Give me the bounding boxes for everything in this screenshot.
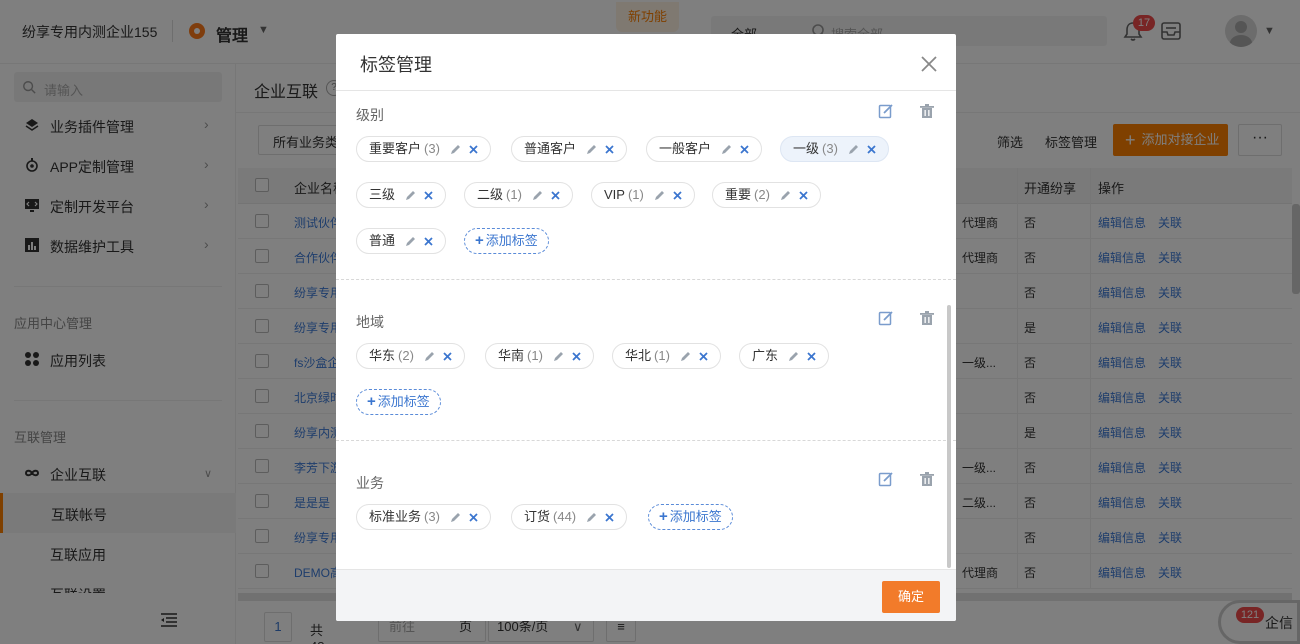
tag-group-title: 地域 bbox=[356, 314, 384, 330]
tag-chip[interactable]: 华北 (1) bbox=[612, 343, 721, 369]
pencil-icon[interactable] bbox=[654, 190, 665, 201]
tag-count: (1) bbox=[654, 348, 670, 363]
tag-name: 华南 bbox=[498, 348, 525, 363]
tag-group-title: 业务 bbox=[356, 475, 384, 491]
confirm-button[interactable]: 确定 bbox=[882, 581, 940, 613]
tag-count: (1) bbox=[627, 187, 644, 202]
tag-name: 重要 bbox=[725, 187, 752, 202]
tag-chip[interactable]: 普通客户 bbox=[511, 136, 628, 162]
pencil-icon[interactable] bbox=[586, 512, 597, 523]
tag-count: (1) bbox=[506, 187, 522, 202]
plus-icon: + bbox=[367, 393, 376, 410]
tag-name: 普通 bbox=[369, 233, 396, 248]
add-tag-button[interactable]: + 添加标签 bbox=[464, 228, 549, 254]
pencil-icon[interactable] bbox=[788, 351, 799, 362]
pencil-icon[interactable] bbox=[450, 512, 461, 523]
delete-group-icon[interactable] bbox=[919, 310, 935, 326]
add-tag-label: 添加标签 bbox=[669, 509, 722, 524]
tag-chip[interactable]: 广东 bbox=[739, 343, 830, 369]
remove-tag-icon[interactable] bbox=[443, 352, 452, 361]
tag-chip[interactable]: VIP (1) bbox=[591, 182, 695, 208]
delete-group-icon[interactable] bbox=[919, 103, 935, 119]
tag-chip[interactable]: 一般客户 bbox=[646, 136, 763, 162]
tag-name: 重要客户 bbox=[369, 141, 422, 156]
remove-tag-icon[interactable] bbox=[424, 191, 433, 200]
remove-tag-icon[interactable] bbox=[469, 513, 478, 522]
close-icon[interactable] bbox=[920, 55, 938, 73]
tag-name: 一般客户 bbox=[659, 141, 712, 156]
remove-tag-icon[interactable] bbox=[673, 191, 682, 200]
tag-name: 华北 bbox=[625, 348, 652, 363]
tag-chip-selected[interactable]: 一级 (3) bbox=[780, 136, 889, 162]
remove-tag-icon[interactable] bbox=[572, 352, 581, 361]
pencil-icon[interactable] bbox=[680, 351, 691, 362]
tag-count: (3) bbox=[424, 509, 440, 524]
dialog-footer: 确定 bbox=[336, 569, 956, 621]
pencil-icon[interactable] bbox=[424, 351, 435, 362]
tag-name: 三级 bbox=[369, 187, 396, 202]
edit-group-icon[interactable] bbox=[878, 310, 894, 326]
remove-tag-icon[interactable] bbox=[807, 352, 816, 361]
dialog-title: 标签管理 bbox=[360, 55, 432, 75]
tag-count: (1) bbox=[527, 348, 543, 363]
tag-group-title: 级别 bbox=[356, 107, 384, 123]
tag-chip[interactable]: 华南 (1) bbox=[485, 343, 594, 369]
edit-group-icon[interactable] bbox=[878, 471, 894, 487]
tag-chip[interactable]: 重要客户 (3) bbox=[356, 136, 491, 162]
tag-name: 华东 bbox=[369, 348, 396, 363]
tag-count: (3) bbox=[424, 141, 440, 156]
tag-count: (3) bbox=[822, 141, 838, 156]
remove-tag-icon[interactable] bbox=[605, 513, 614, 522]
add-tag-label: 添加标签 bbox=[485, 233, 538, 248]
tag-name: 订货 bbox=[524, 509, 551, 524]
pencil-icon[interactable] bbox=[532, 190, 543, 201]
delete-group-icon[interactable] bbox=[919, 471, 935, 487]
tag-count: (44) bbox=[553, 509, 577, 524]
tag-chip[interactable]: 三级 bbox=[356, 182, 447, 208]
remove-tag-icon[interactable] bbox=[699, 352, 708, 361]
tag-chip[interactable]: 普通 bbox=[356, 228, 447, 254]
add-tag-label: 添加标签 bbox=[377, 394, 430, 409]
pencil-icon[interactable] bbox=[721, 144, 732, 155]
add-tag-button[interactable]: + 添加标签 bbox=[356, 389, 441, 415]
dialog-header: 标签管理 bbox=[336, 34, 956, 91]
remove-tag-icon[interactable] bbox=[740, 145, 749, 154]
dialog-body: 级别 重要客户 (3) 普通客户 一般客户 一级 (3) 三级 二级 (1) VIP(… bbox=[336, 91, 956, 569]
tag-count: (2) bbox=[398, 348, 414, 363]
add-tag-button[interactable]: + 添加标签 bbox=[648, 504, 733, 530]
pencil-icon[interactable] bbox=[405, 190, 416, 201]
tag-chip[interactable]: 标准业务 (3) bbox=[356, 504, 491, 530]
tag-chip[interactable]: 华东 (2) bbox=[356, 343, 465, 369]
dialog-scrollbar[interactable] bbox=[947, 305, 951, 568]
remove-tag-icon[interactable] bbox=[424, 237, 433, 246]
plus-icon: + bbox=[659, 508, 668, 525]
tag-name: 标准业务 bbox=[369, 509, 422, 524]
remove-tag-icon[interactable] bbox=[867, 145, 876, 154]
tag-count: (2) bbox=[754, 187, 770, 202]
pencil-icon[interactable] bbox=[405, 236, 416, 247]
remove-tag-icon[interactable] bbox=[469, 145, 478, 154]
remove-tag-icon[interactable] bbox=[605, 145, 614, 154]
tag-chip[interactable]: 订货 (44) bbox=[511, 504, 628, 530]
plus-icon: + bbox=[475, 232, 484, 249]
section-divider bbox=[336, 279, 956, 280]
pencil-icon[interactable] bbox=[848, 144, 859, 155]
tag-name: 二级 bbox=[477, 187, 504, 202]
edit-group-icon[interactable] bbox=[878, 103, 894, 119]
pencil-icon[interactable] bbox=[553, 351, 564, 362]
tag-name: 一级 bbox=[793, 141, 820, 156]
pencil-icon[interactable] bbox=[450, 144, 461, 155]
tag-name: 普通客户 bbox=[524, 141, 577, 156]
tag-chip[interactable]: 二级 (1) bbox=[464, 182, 573, 208]
remove-tag-icon[interactable] bbox=[799, 191, 808, 200]
remove-tag-icon[interactable] bbox=[551, 191, 560, 200]
tag-manage-dialog: 标签管理 级别 重要客户 (3) 普通客户 一般客户 一级 (3) 三级 二级 (1)… bbox=[336, 34, 956, 621]
pencil-icon[interactable] bbox=[780, 190, 791, 201]
pencil-icon[interactable] bbox=[586, 144, 597, 155]
tag-chip[interactable]: 重要 (2) bbox=[712, 182, 821, 208]
section-divider bbox=[336, 440, 956, 441]
tag-name: 广东 bbox=[752, 348, 779, 363]
tag-name: VIP bbox=[604, 187, 625, 202]
